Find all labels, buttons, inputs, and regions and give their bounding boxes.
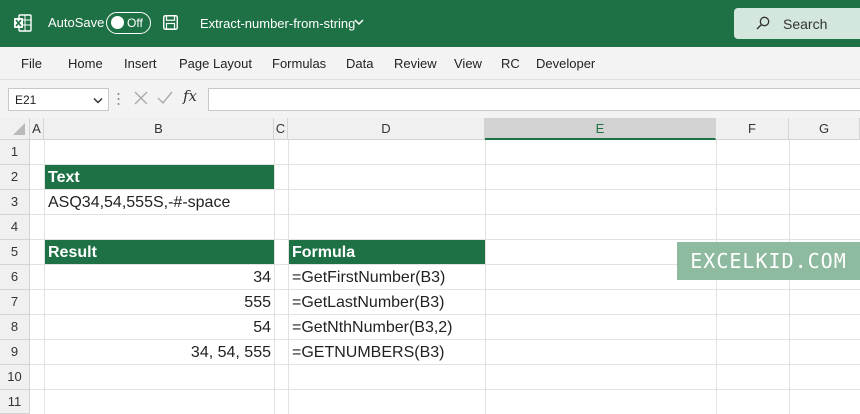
autosave-state: Off bbox=[127, 16, 143, 30]
cell-b5[interactable]: Result bbox=[45, 240, 274, 264]
watermark-logo: EXCELKID.COM bbox=[677, 242, 860, 280]
column-header-c[interactable]: C bbox=[274, 118, 288, 140]
formula-bar: E21 fx bbox=[0, 80, 860, 118]
tab-data[interactable]: Data bbox=[346, 56, 373, 71]
column-header-f[interactable]: F bbox=[716, 118, 789, 140]
tab-rc[interactable]: RC bbox=[501, 56, 520, 71]
chevron-down-icon[interactable] bbox=[354, 18, 364, 26]
excel-logo-icon bbox=[14, 14, 32, 32]
search-label: Search bbox=[783, 16, 828, 32]
save-icon[interactable] bbox=[163, 15, 178, 30]
column-header-e[interactable]: E bbox=[485, 118, 716, 140]
tab-developer[interactable]: Developer bbox=[536, 56, 595, 71]
row-header-4[interactable]: 4 bbox=[0, 215, 30, 240]
cancel-icon[interactable] bbox=[134, 91, 148, 105]
ribbon-tabs: File Home Insert Page Layout Formulas Da… bbox=[0, 47, 860, 80]
search-box[interactable]: Search bbox=[734, 8, 860, 39]
gridline bbox=[30, 214, 860, 215]
select-all-button[interactable] bbox=[0, 118, 30, 140]
insert-function-button[interactable]: fx bbox=[183, 87, 197, 105]
row-header-6[interactable]: 6 bbox=[0, 265, 30, 290]
gridline bbox=[485, 140, 486, 414]
column-header-a[interactable]: A bbox=[30, 118, 44, 140]
cell-b9[interactable]: 34, 54, 555 bbox=[45, 340, 274, 364]
row-header-1[interactable]: 1 bbox=[0, 140, 30, 165]
row-header-10[interactable]: 10 bbox=[0, 365, 30, 390]
tab-formulas[interactable]: Formulas bbox=[272, 56, 326, 71]
row-header-9[interactable]: 9 bbox=[0, 340, 30, 365]
cell-d8[interactable]: =GetNthNumber(B3,2) bbox=[289, 315, 485, 339]
cell-b8[interactable]: 54 bbox=[45, 315, 274, 339]
gridline bbox=[274, 140, 275, 414]
row-header-11[interactable]: 11 bbox=[0, 390, 30, 414]
toggle-knob bbox=[111, 16, 124, 29]
cell-b2[interactable]: Text bbox=[45, 165, 274, 189]
name-box-value: E21 bbox=[15, 93, 37, 107]
tab-file[interactable]: File bbox=[21, 56, 42, 71]
column-header-d[interactable]: D bbox=[288, 118, 485, 140]
tab-view[interactable]: View bbox=[454, 56, 482, 71]
more-options-icon[interactable] bbox=[117, 92, 120, 106]
tab-page-layout[interactable]: Page Layout bbox=[179, 56, 252, 71]
cell-d6[interactable]: =GetFirstNumber(B3) bbox=[289, 265, 485, 289]
autosave-label: AutoSave bbox=[48, 15, 105, 30]
row-header-3[interactable]: 3 bbox=[0, 190, 30, 215]
column-header-b[interactable]: B bbox=[44, 118, 274, 140]
name-box[interactable]: E21 bbox=[8, 88, 109, 111]
row-header-7[interactable]: 7 bbox=[0, 290, 30, 315]
chevron-down-icon[interactable] bbox=[93, 97, 103, 104]
row-header-2[interactable]: 2 bbox=[0, 165, 30, 190]
formula-input[interactable] bbox=[208, 88, 860, 111]
cell-d9[interactable]: =GETNUMBERS(B3) bbox=[289, 340, 485, 364]
cell-b7[interactable]: 555 bbox=[45, 290, 274, 314]
tab-review[interactable]: Review bbox=[394, 56, 437, 71]
title-bar: AutoSave Off Extract-number-from-string … bbox=[0, 0, 860, 47]
row-header-8[interactable]: 8 bbox=[0, 315, 30, 340]
gridline bbox=[30, 389, 860, 390]
row-header-5[interactable]: 5 bbox=[0, 240, 30, 265]
autosave-toggle[interactable]: Off bbox=[106, 12, 151, 34]
enter-check-icon[interactable] bbox=[157, 91, 173, 105]
column-header-g[interactable]: G bbox=[789, 118, 860, 140]
cell-d5[interactable]: Formula bbox=[289, 240, 485, 264]
tab-home[interactable]: Home bbox=[68, 56, 103, 71]
tab-insert[interactable]: Insert bbox=[124, 56, 157, 71]
cell-d7[interactable]: =GetLastNumber(B3) bbox=[289, 290, 485, 314]
search-icon bbox=[756, 16, 770, 30]
cell-b3[interactable]: ASQ34,54,555S,-#-space bbox=[45, 190, 285, 214]
gridline bbox=[30, 364, 860, 365]
file-name[interactable]: Extract-number-from-string bbox=[200, 16, 355, 31]
cell-b6[interactable]: 34 bbox=[45, 265, 274, 289]
